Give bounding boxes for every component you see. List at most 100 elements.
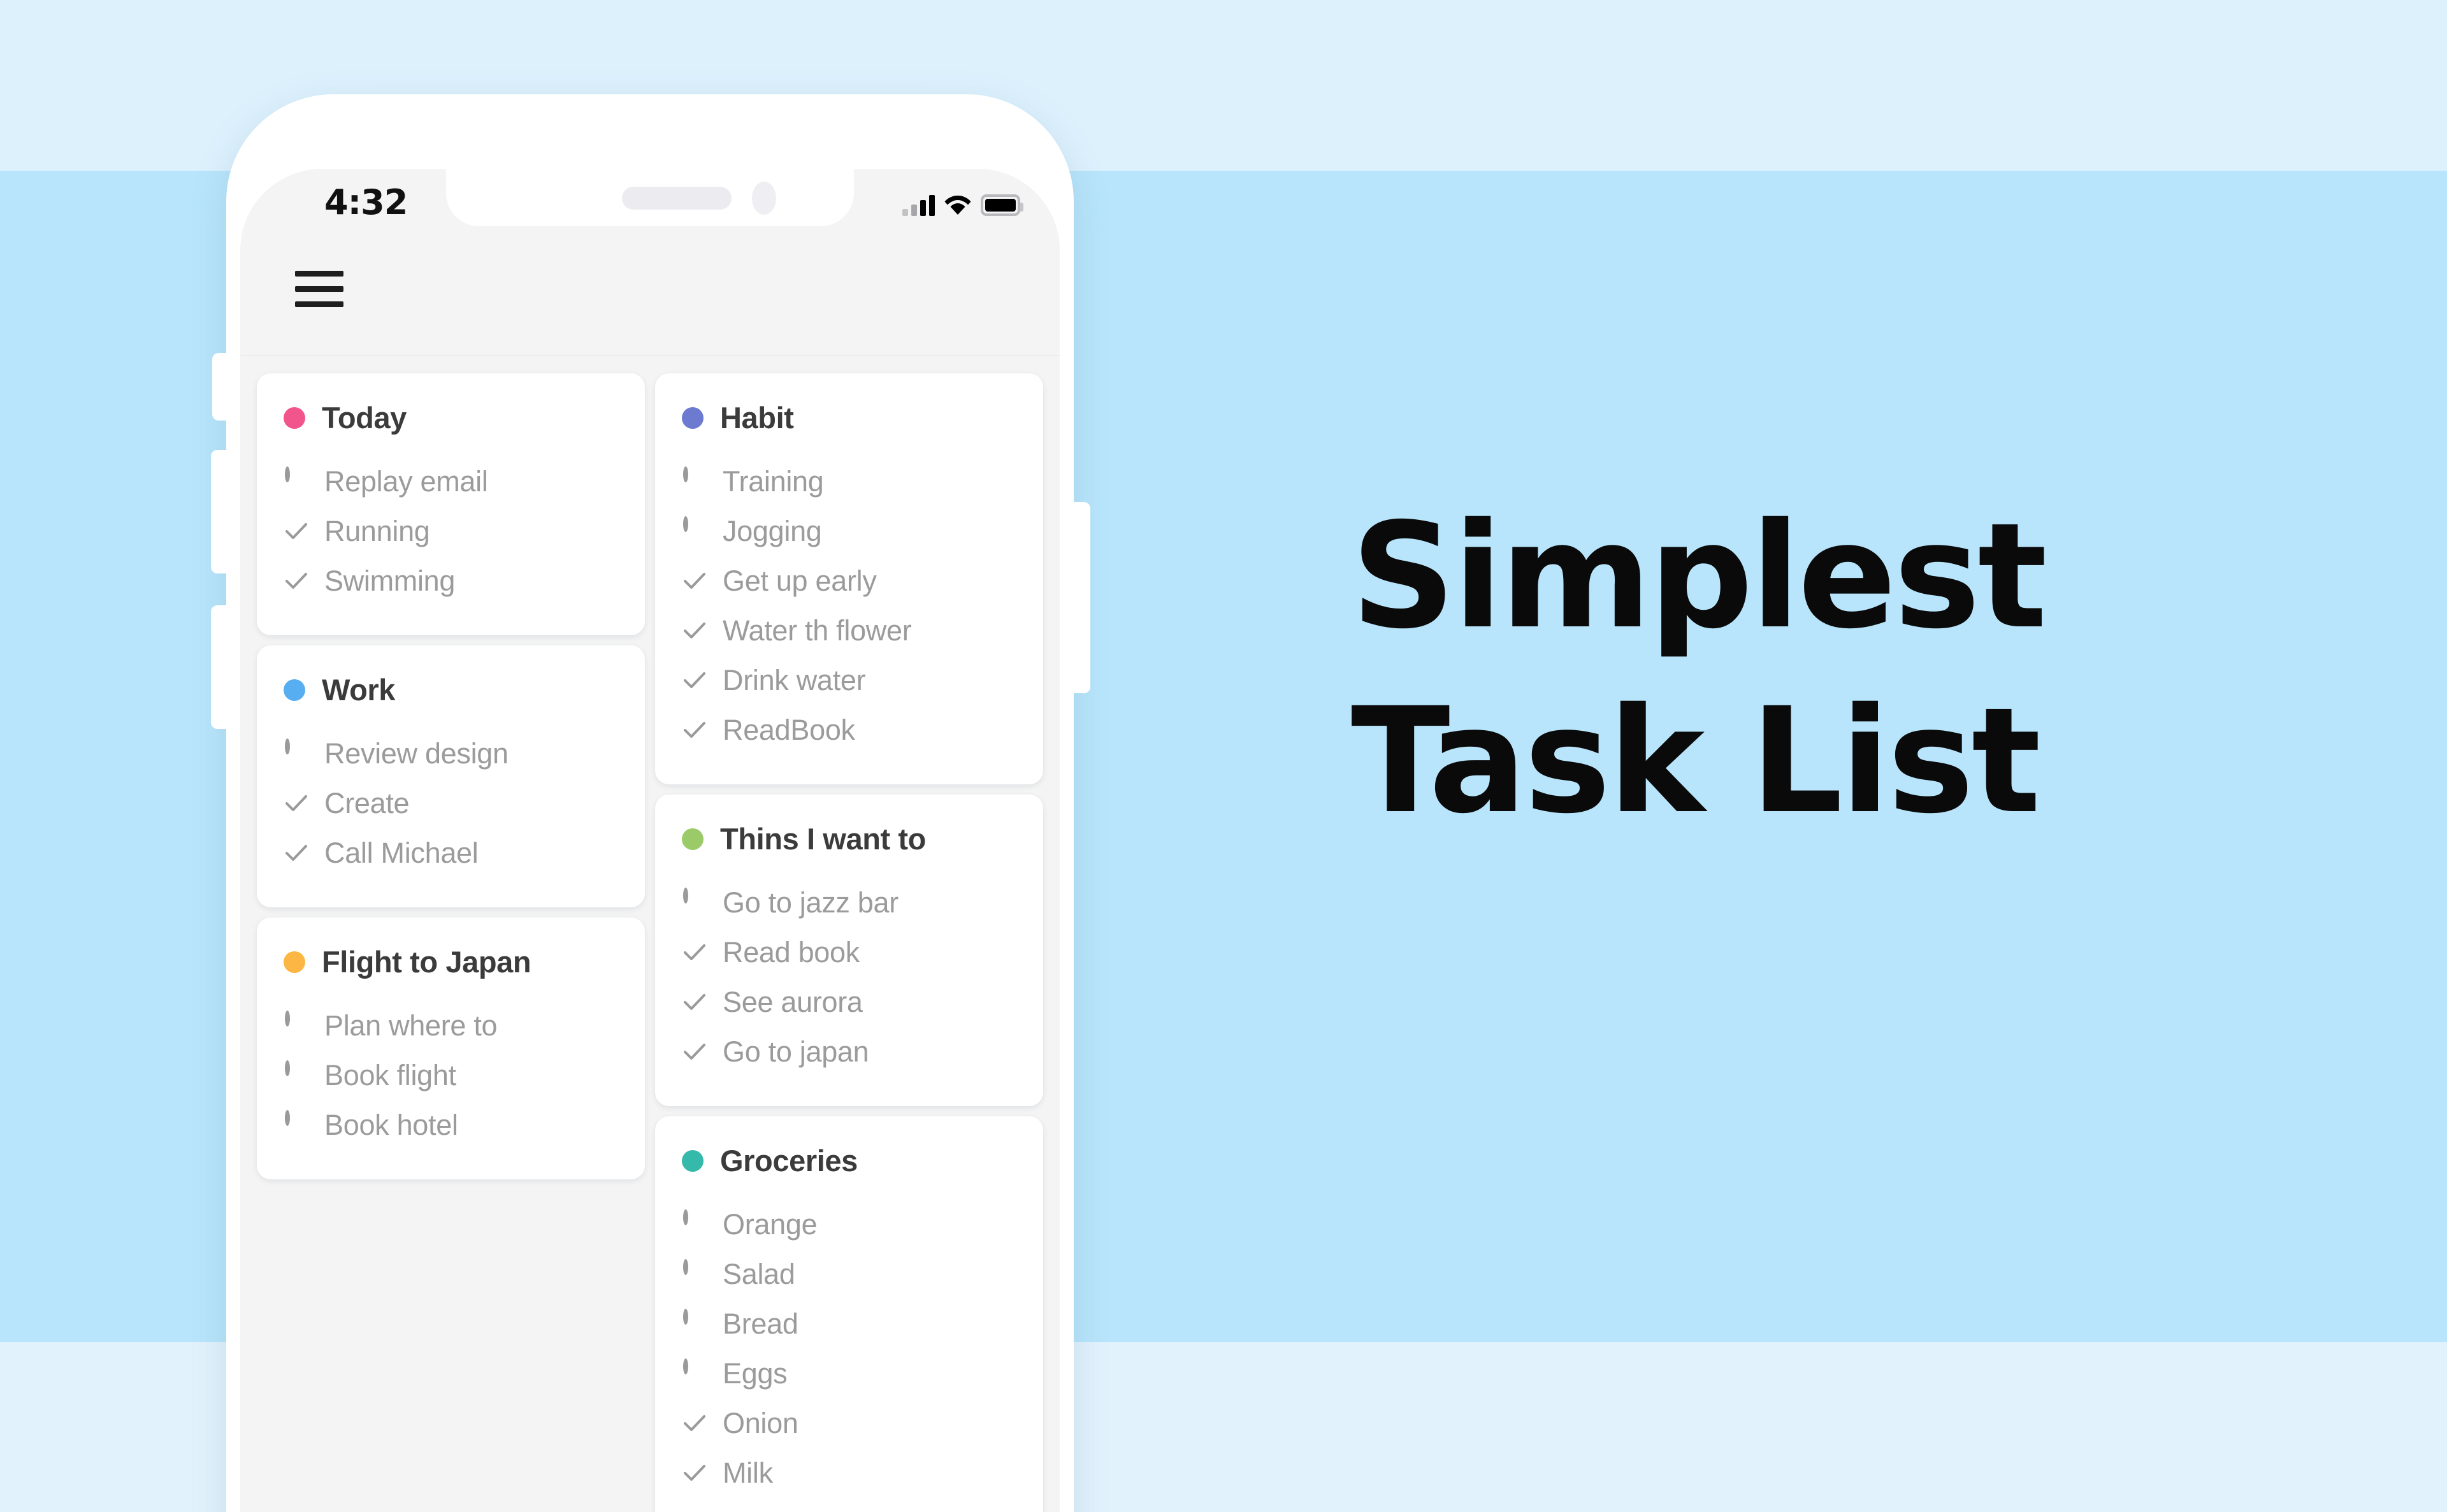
page-title: Simplest Task List <box>1351 503 2243 833</box>
empty-checkbox-icon[interactable] <box>682 888 707 916</box>
checkmark-icon[interactable] <box>682 1039 707 1065</box>
app-bar <box>240 227 1060 356</box>
checkmark-icon[interactable] <box>284 840 309 866</box>
task-row[interactable]: ReadBook <box>655 705 1043 755</box>
task-list-card[interactable]: Work Review design Create Call Michael <box>257 645 645 907</box>
task-label: Drink water <box>723 664 866 696</box>
list-color-dot-icon <box>682 407 704 429</box>
task-list-card[interactable]: Groceries Orange Salad Bread Eggs Onion Milk <box>655 1116 1043 1512</box>
empty-checkbox-icon[interactable] <box>682 1358 707 1386</box>
checkmark-icon[interactable] <box>284 519 309 544</box>
task-row[interactable]: Jogging <box>655 507 1043 556</box>
task-list-card[interactable]: Flight to Japan Plan where to Book flight B… <box>257 918 645 1179</box>
phone-notch <box>446 169 854 226</box>
task-row[interactable]: Drink water <box>655 656 1043 705</box>
task-list-card[interactable]: Today Replay email Running Swimming <box>257 373 645 635</box>
task-row[interactable]: See aurora <box>655 977 1043 1027</box>
task-row[interactable]: Call Michael <box>257 828 645 878</box>
screenshot-stage: 4:32 Today Replay email Running Swimming… <box>0 0 2447 1512</box>
task-list-card[interactable]: Habit Training Jogging Get up early Water th… <box>655 373 1043 784</box>
task-row[interactable]: Go to jazz bar <box>655 878 1043 928</box>
battery-full-icon <box>981 194 1023 216</box>
task-label: Go to jazz bar <box>723 886 899 919</box>
board-column: Today Replay email Running Swimming Work Revi… <box>257 373 645 1179</box>
task-label: Get up early <box>723 565 877 597</box>
list-color-dot-icon <box>284 679 305 701</box>
task-row[interactable]: Get up early <box>655 556 1043 606</box>
task-label: See aurora <box>723 986 863 1018</box>
task-label: Swimming <box>324 565 456 597</box>
card-header: Work <box>257 672 645 707</box>
checkmark-icon[interactable] <box>682 568 707 594</box>
task-row[interactable]: Orange <box>655 1200 1043 1249</box>
task-row[interactable]: Running <box>257 507 645 556</box>
card-title: Thins I want to <box>720 822 926 856</box>
task-row[interactable]: Book flight <box>257 1051 645 1100</box>
circle-outline-icon <box>285 738 290 754</box>
task-row[interactable]: Go to japan <box>655 1027 1043 1077</box>
task-label: Plan where to <box>324 1009 498 1042</box>
task-row[interactable]: Water th flower <box>655 606 1043 656</box>
task-list-card[interactable]: Thins I want to Go to jazz bar Read book Se… <box>655 795 1043 1106</box>
empty-checkbox-icon[interactable] <box>284 1110 309 1138</box>
empty-checkbox-icon[interactable] <box>284 466 309 494</box>
status-bar-time: 4:32 <box>324 182 408 222</box>
empty-checkbox-icon[interactable] <box>682 1259 707 1287</box>
wifi-icon <box>944 196 971 215</box>
status-bar-indicators <box>902 187 1023 216</box>
checkmark-icon[interactable] <box>682 668 707 693</box>
task-label: Onion <box>723 1407 798 1439</box>
front-camera-icon <box>752 182 776 215</box>
list-color-dot-icon <box>284 951 305 973</box>
task-row[interactable]: Milk <box>655 1448 1043 1498</box>
circle-outline-icon <box>683 516 688 532</box>
card-title: Flight to Japan <box>322 945 531 979</box>
task-row[interactable]: Plan where to <box>257 1001 645 1051</box>
phone-volume-down-button[interactable] <box>211 605 227 729</box>
checkmark-icon[interactable] <box>682 717 707 743</box>
circle-outline-icon <box>683 466 688 482</box>
circle-outline-icon <box>285 1110 290 1126</box>
task-label: Replay email <box>324 465 488 498</box>
task-row[interactable]: Onion <box>655 1399 1043 1448</box>
checkmark-icon[interactable] <box>682 1460 707 1486</box>
phone-screen: 4:32 Today Replay email Running Swimming… <box>240 169 1060 1512</box>
task-label: Bread <box>723 1307 798 1340</box>
task-row[interactable]: Bread <box>655 1299 1043 1349</box>
checkmark-icon[interactable] <box>682 618 707 644</box>
task-row[interactable]: Swimming <box>257 556 645 606</box>
task-label: Milk <box>723 1457 773 1489</box>
phone-silence-switch[interactable] <box>212 353 227 421</box>
circle-outline-icon <box>285 1011 290 1026</box>
empty-checkbox-icon[interactable] <box>284 738 309 767</box>
task-row[interactable]: Create <box>257 779 645 828</box>
circle-outline-icon <box>285 466 290 482</box>
empty-checkbox-icon[interactable] <box>682 1209 707 1237</box>
phone-power-button[interactable] <box>1074 502 1090 693</box>
empty-checkbox-icon[interactable] <box>682 466 707 494</box>
empty-checkbox-icon[interactable] <box>284 1011 309 1039</box>
phone-volume-up-button[interactable] <box>211 450 227 573</box>
checkmark-icon[interactable] <box>682 1411 707 1436</box>
task-row[interactable]: Book hotel <box>257 1100 645 1150</box>
circle-outline-icon <box>683 1358 688 1374</box>
task-row[interactable]: Review design <box>257 729 645 779</box>
empty-checkbox-icon[interactable] <box>682 1309 707 1337</box>
circle-outline-icon <box>683 1309 688 1325</box>
empty-checkbox-icon[interactable] <box>284 1060 309 1088</box>
checkmark-icon[interactable] <box>284 568 309 594</box>
card-title: Work <box>322 673 396 707</box>
task-row[interactable]: Read book <box>655 928 1043 977</box>
checkmark-icon[interactable] <box>284 791 309 816</box>
card-header: Thins I want to <box>655 821 1043 856</box>
task-label: Running <box>324 515 430 547</box>
card-title: Groceries <box>720 1144 858 1177</box>
task-row[interactable]: Replay email <box>257 457 645 507</box>
task-row[interactable]: Eggs <box>655 1349 1043 1399</box>
hamburger-menu-icon[interactable] <box>295 271 343 308</box>
task-row[interactable]: Salad <box>655 1249 1043 1299</box>
checkmark-icon[interactable] <box>682 940 707 965</box>
task-row[interactable]: Training <box>655 457 1043 507</box>
empty-checkbox-icon[interactable] <box>682 516 707 544</box>
checkmark-icon[interactable] <box>682 990 707 1015</box>
